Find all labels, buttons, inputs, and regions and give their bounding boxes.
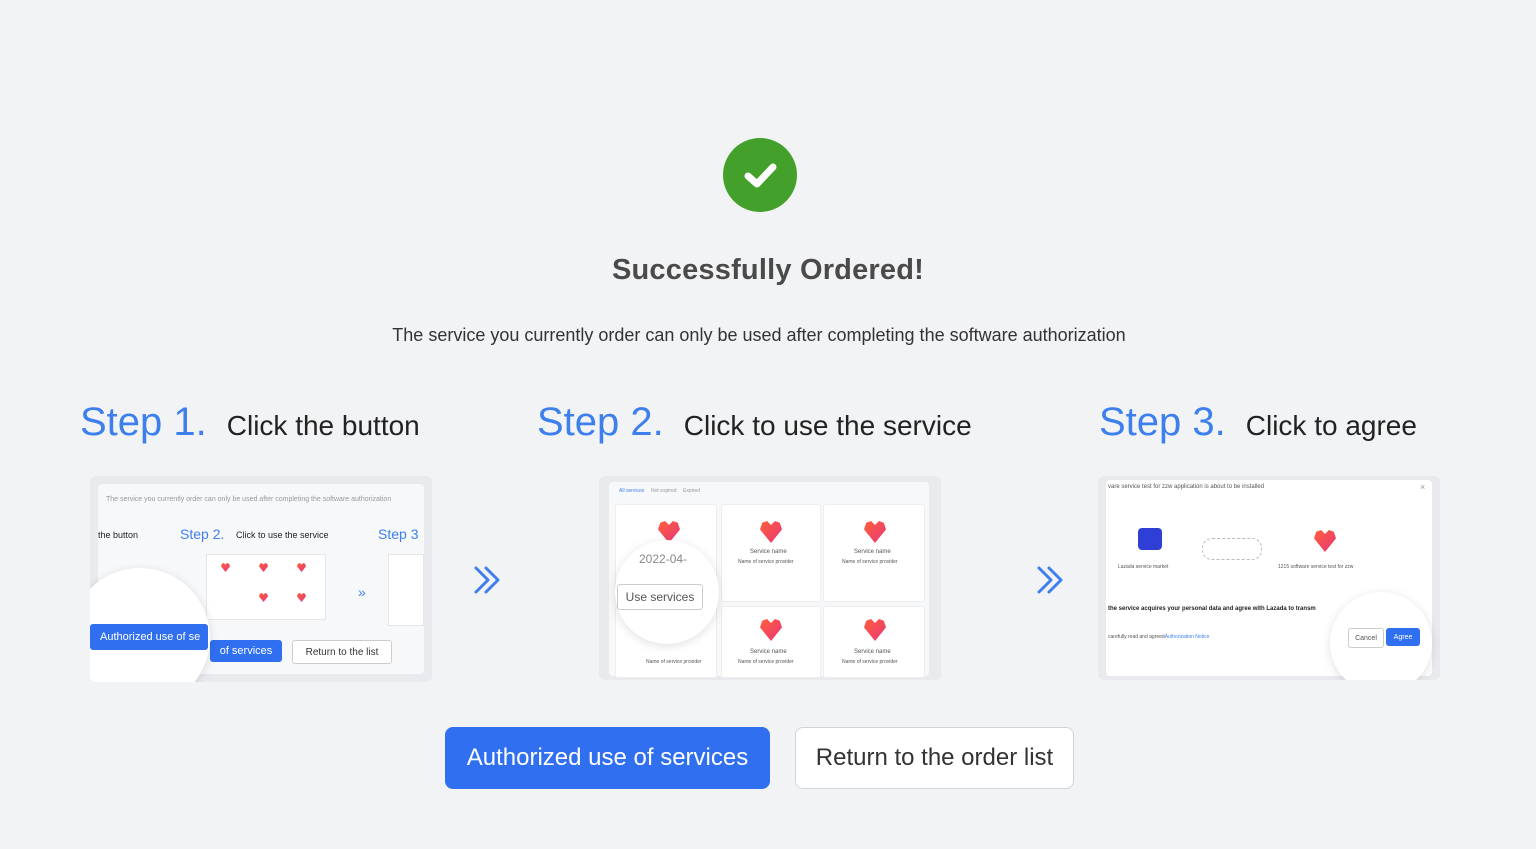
step-2-header: Step 2. Click to use the service xyxy=(537,400,972,445)
thumb2-service-name: Service name xyxy=(854,649,891,655)
app-logo-icon xyxy=(1314,530,1336,552)
double-chevron-right-icon xyxy=(1037,566,1063,594)
thumb3-market-label: Lazada service market xyxy=(1118,564,1169,570)
thumb1-step3-label: Step 3 xyxy=(378,526,419,542)
step-1-description: Click the button xyxy=(226,410,420,441)
thumb2-tab-expired: Expired xyxy=(683,488,700,494)
thumb3-connector xyxy=(1202,538,1262,560)
thumb1-chevron-icon: » xyxy=(358,584,366,600)
thumb2-tab-not-expired: Not expired xyxy=(651,488,677,494)
page-title: Successfully Ordered! xyxy=(611,254,925,286)
step-3-header: Step 3. Click to agree xyxy=(1099,400,1417,445)
step-2-label: Step 2. xyxy=(537,400,664,444)
step-3-description: Click to agree xyxy=(1245,410,1417,441)
thumb1-return-button: Return to the list xyxy=(292,640,392,664)
thumb2-provider: Name of service provider xyxy=(842,659,898,665)
thumb3-close-icon: × xyxy=(1420,482,1426,492)
thumb1-authorize-button: Authorized use of se xyxy=(90,624,208,650)
thumb2-card: Service name Name of service provider xyxy=(721,606,821,678)
thumb3-cancel-button: Cancel xyxy=(1348,628,1384,648)
thumb3-notice: carefully read and agreedAuthorization N… xyxy=(1108,634,1210,640)
thumb1-authorize-rest: of services xyxy=(210,640,282,662)
thumb2-card: Service name Name of service provider xyxy=(823,504,925,602)
thumb2-service-name: Service name xyxy=(854,549,891,555)
thumb1-mini-grid xyxy=(206,554,326,620)
thumb2-service-name: Service name xyxy=(750,549,787,555)
thumb1-notice: The service you currently order can only… xyxy=(106,496,392,503)
step-2-thumbnail: All services Not expired Expired Service… xyxy=(599,476,941,680)
step-2-description: Click to use the service xyxy=(683,410,972,441)
thumb3-header: vare service test for zzw application is… xyxy=(1108,484,1265,490)
thumb1-step2-label: Step 2. xyxy=(180,526,225,542)
step-3-thumbnail: vare service test for zzw application is… xyxy=(1098,476,1440,680)
thumb3-agree-button: Agree xyxy=(1386,628,1420,646)
thumb2-card: Service name Name of service provider xyxy=(721,504,821,602)
page-subtitle: The service you currently order can only… xyxy=(392,325,1126,345)
step-1-header: Step 1. Click the button xyxy=(80,400,420,445)
thumb3-app-label: 1215 software service test for zzw xyxy=(1278,564,1354,570)
step-1-label: Step 1. xyxy=(80,400,207,444)
thumb1-step2-desc: Click to use the service xyxy=(236,530,329,540)
authorize-services-button[interactable]: Authorized use of services xyxy=(445,727,770,789)
thumb2-provider: Name of service provider xyxy=(738,659,794,665)
thumb2-card: Service name Name of service provider xyxy=(823,606,925,678)
step-1-thumbnail: The service you currently order can only… xyxy=(90,476,432,682)
thumb2-provider: Name of service provider xyxy=(646,659,702,665)
thumb3-consent: the service acquires your personal data … xyxy=(1108,606,1316,612)
thumb2-provider: Name of service provider xyxy=(738,559,794,565)
step-3-label: Step 3. xyxy=(1099,400,1226,444)
lazada-logo-icon xyxy=(1138,528,1162,550)
thumb2-service-name: Service name xyxy=(750,649,787,655)
thumb2-magnifier: 2022-04- Use services xyxy=(615,540,719,644)
double-chevron-right-icon xyxy=(474,566,500,594)
success-check-icon xyxy=(723,138,797,212)
return-to-order-list-button[interactable]: Return to the order list xyxy=(795,727,1074,789)
thumb2-tab-all: All services xyxy=(619,488,645,494)
thumb2-use-services-button: Use services xyxy=(617,584,703,610)
thumb2-date: 2022-04- xyxy=(639,552,688,566)
thumb1-mini-page xyxy=(388,554,424,626)
thumb2-provider: Name of service provider xyxy=(842,559,898,565)
thumb1-step-prefix: the button xyxy=(98,530,139,540)
